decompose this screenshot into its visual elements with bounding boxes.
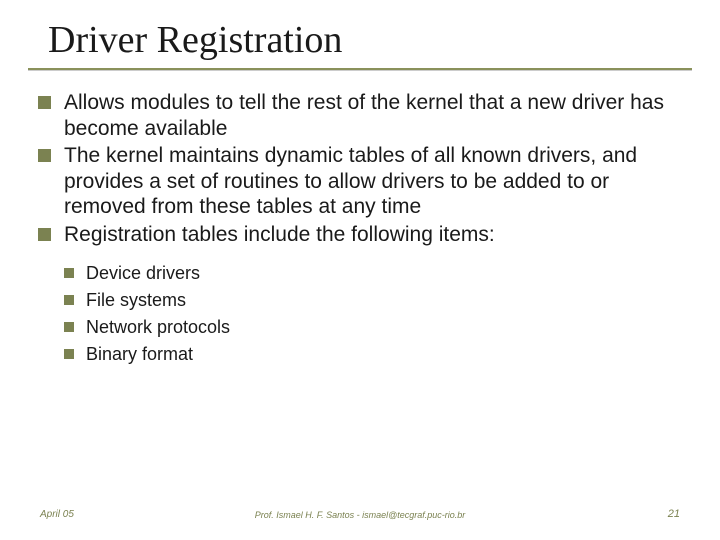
sub-bullet-item: Binary format (64, 341, 688, 368)
footer-page-number: 21 (668, 508, 680, 520)
bullet-item: Registration tables include the followin… (38, 222, 688, 368)
sub-bullet-list: Device drivers File systems Network prot… (64, 260, 688, 368)
bullet-text: Allows modules to tell the rest of the k… (64, 91, 664, 140)
bullet-text: The kernel maintains dynamic tables of a… (64, 144, 637, 218)
title-underline (28, 68, 692, 70)
sub-bullet-item: Network protocols (64, 314, 688, 341)
sub-bullet-item: Device drivers (64, 260, 688, 287)
slide: Driver Registration Allows modules to te… (0, 0, 720, 540)
main-bullet-list: Allows modules to tell the rest of the k… (38, 90, 688, 368)
bullet-item: The kernel maintains dynamic tables of a… (38, 143, 688, 220)
sub-bullet-item: File systems (64, 287, 688, 314)
sub-bullet-text: Device drivers (86, 263, 200, 283)
sub-bullet-text: File systems (86, 290, 186, 310)
footer-author: Prof. Ismael H. F. Santos - ismael@tecgr… (0, 510, 720, 520)
slide-body: Allows modules to tell the rest of the k… (38, 90, 688, 370)
bullet-text: Registration tables include the followin… (64, 223, 495, 246)
slide-title: Driver Registration (48, 18, 342, 62)
sub-bullet-text: Network protocols (86, 317, 230, 337)
sub-bullet-text: Binary format (86, 344, 193, 364)
bullet-item: Allows modules to tell the rest of the k… (38, 90, 688, 141)
